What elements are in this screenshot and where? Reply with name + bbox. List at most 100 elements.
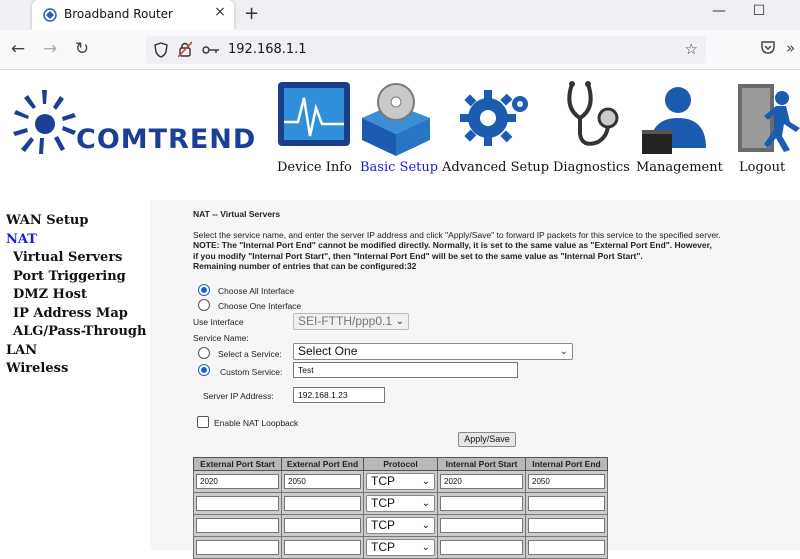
use-interface-value: SEI-FTTH/ppp0.1 (298, 314, 393, 328)
external-port-end-input[interactable]: 2050 (284, 474, 361, 489)
browser-nav-bar: ← → ↻ 192.168.1.1 ☆ » (0, 30, 800, 70)
external-port-start-input[interactable]: 2020 (196, 474, 279, 489)
internal-port-end-input[interactable] (528, 540, 605, 555)
chevron-down-icon: ⌄ (421, 476, 430, 487)
use-interface-label: Use Interface (193, 317, 244, 327)
col-protocol: Protocol (363, 457, 438, 471)
external-port-start-input[interactable] (196, 496, 279, 511)
minimize-icon[interactable]: — (704, 3, 734, 19)
internal-port-end-input[interactable] (528, 496, 605, 511)
internal-port-start-input[interactable] (440, 496, 523, 511)
management-icon[interactable] (638, 78, 718, 158)
protocol-value: TCP (371, 518, 395, 532)
browser-tab-bar: Broadband Router × + — ☐ (0, 0, 800, 30)
sidebar-item-wireless[interactable]: Wireless (6, 361, 68, 376)
internal-port-start-input[interactable]: 2020 (440, 474, 523, 489)
bookmark-star-icon[interactable]: ☆ (685, 40, 698, 58)
nav-device-info[interactable]: Device Info (277, 160, 352, 175)
sidebar-item-dmz-host[interactable]: DMZ Host (13, 287, 87, 302)
sidebar-item-ip-address-map[interactable]: IP Address Map (13, 306, 128, 321)
router-favicon-icon (43, 8, 57, 22)
nav-basic-setup[interactable]: Basic Setup (360, 160, 438, 175)
permissions-key-icon[interactable] (202, 45, 220, 55)
sidebar-item-nat[interactable]: NAT (6, 232, 37, 247)
insecure-lock-icon[interactable] (178, 41, 192, 58)
remaining-entries: Remaining number of entries that can be … (193, 261, 417, 271)
forward-arrow-icon[interactable]: → (38, 39, 62, 59)
sidebar-item-alg-pass-through[interactable]: ALG/Pass-Through (13, 324, 146, 339)
diagnostics-icon[interactable] (552, 78, 632, 158)
pocket-icon[interactable] (760, 39, 776, 55)
protocol-select[interactable]: TCP ⌄ (366, 517, 435, 534)
external-port-start-input[interactable] (196, 540, 279, 555)
use-interface-select[interactable]: SEI-FTTH/ppp0.1 ⌄ (293, 313, 409, 330)
back-arrow-icon[interactable]: ← (6, 39, 30, 59)
internal-port-end-input[interactable] (528, 518, 605, 533)
external-port-start-input[interactable] (196, 518, 279, 533)
chevron-down-icon: ⌄ (395, 316, 404, 327)
maximize-icon[interactable]: ☐ (744, 3, 774, 19)
external-port-end-input[interactable] (284, 518, 361, 533)
server-ip-label: Server IP Address: (203, 391, 274, 401)
nav-advanced-setup[interactable]: Advanced Setup (442, 160, 549, 175)
intro-text: Select the service name, and enter the s… (193, 230, 721, 240)
new-tab-icon[interactable]: + (244, 3, 259, 24)
choose-one-interface-radio[interactable] (198, 299, 210, 311)
col-external-port-start: External Port Start (193, 457, 282, 471)
chevron-down-icon: ⌄ (559, 346, 568, 357)
protocol-select[interactable]: TCP ⌄ (366, 539, 435, 556)
reload-icon[interactable]: ↻ (70, 39, 94, 59)
nav-management[interactable]: Management (636, 160, 723, 175)
chevron-down-icon: ⌄ (421, 542, 430, 553)
note-line-1: NOTE: The "Internal Port End" cannot be … (193, 240, 712, 250)
protocol-select[interactable]: TCP ⌄ (366, 473, 435, 490)
nav-logout[interactable]: Logout (739, 160, 785, 175)
server-ip-input[interactable]: 192.168.1.23 (293, 387, 385, 403)
browser-tab[interactable]: Broadband Router × (32, 0, 234, 30)
select-service-radio[interactable] (198, 347, 210, 359)
table-header-row: External Port Start External Port End Pr… (193, 457, 608, 471)
url-bar[interactable]: 192.168.1.1 ☆ (146, 36, 706, 64)
external-port-end-input[interactable] (284, 496, 361, 511)
col-internal-port-end: Internal Port End (525, 457, 608, 471)
nav-diagnostics[interactable]: Diagnostics (553, 160, 630, 175)
shield-icon[interactable] (154, 42, 168, 58)
basic-setup-icon[interactable] (356, 78, 436, 158)
page-title: NAT -- Virtual Servers (193, 209, 281, 219)
url-text[interactable]: 192.168.1.1 (228, 42, 307, 57)
external-port-end-input[interactable] (284, 540, 361, 555)
internal-port-start-input[interactable] (440, 518, 523, 533)
comtrend-logo-text: COMTREND (76, 124, 257, 155)
select-service-value: Select One (298, 344, 358, 358)
internal-port-end-input[interactable]: 2050 (528, 474, 605, 489)
select-service-label: Select a Service: (218, 349, 282, 359)
nat-loopback-checkbox[interactable] (197, 416, 209, 428)
chevron-down-icon: ⌄ (421, 498, 430, 509)
choose-all-interface-label: Choose All Interface (218, 286, 295, 296)
comtrend-logo-icon (13, 90, 76, 154)
sidebar-item-port-triggering[interactable]: Port Triggering (13, 269, 126, 284)
protocol-value: TCP (371, 474, 395, 488)
nat-loopback-label: Enable NAT Loopback (214, 418, 299, 428)
custom-service-input[interactable]: Test (293, 362, 518, 378)
advanced-setup-icon[interactable] (454, 78, 534, 158)
protocol-select[interactable]: TCP ⌄ (366, 495, 435, 512)
custom-service-radio[interactable] (198, 364, 210, 376)
table-row: TCP ⌄ (193, 492, 608, 515)
tab-close-icon[interactable]: × (210, 4, 230, 20)
internal-port-start-input[interactable] (440, 540, 523, 555)
protocol-value: TCP (371, 496, 395, 510)
select-service-dropdown[interactable]: Select One ⌄ (293, 343, 573, 360)
chevron-down-icon: ⌄ (421, 520, 430, 531)
router-header: COMTREND Device Info Basic Setup Advance… (0, 70, 800, 188)
virtual-servers-table: External Port Start External Port End Pr… (193, 457, 608, 559)
choose-all-interface-radio[interactable] (198, 284, 210, 296)
device-info-icon[interactable] (276, 78, 356, 158)
overflow-menu-icon[interactable]: » (786, 39, 795, 57)
custom-service-label: Custom Service: (220, 367, 283, 377)
sidebar-item-lan[interactable]: LAN (6, 343, 37, 358)
logout-icon[interactable] (728, 78, 800, 158)
sidebar-item-wan-setup[interactable]: WAN Setup (6, 213, 88, 228)
sidebar-item-virtual-servers[interactable]: Virtual Servers (13, 250, 123, 265)
apply-save-button[interactable]: Apply/Save (458, 432, 516, 447)
